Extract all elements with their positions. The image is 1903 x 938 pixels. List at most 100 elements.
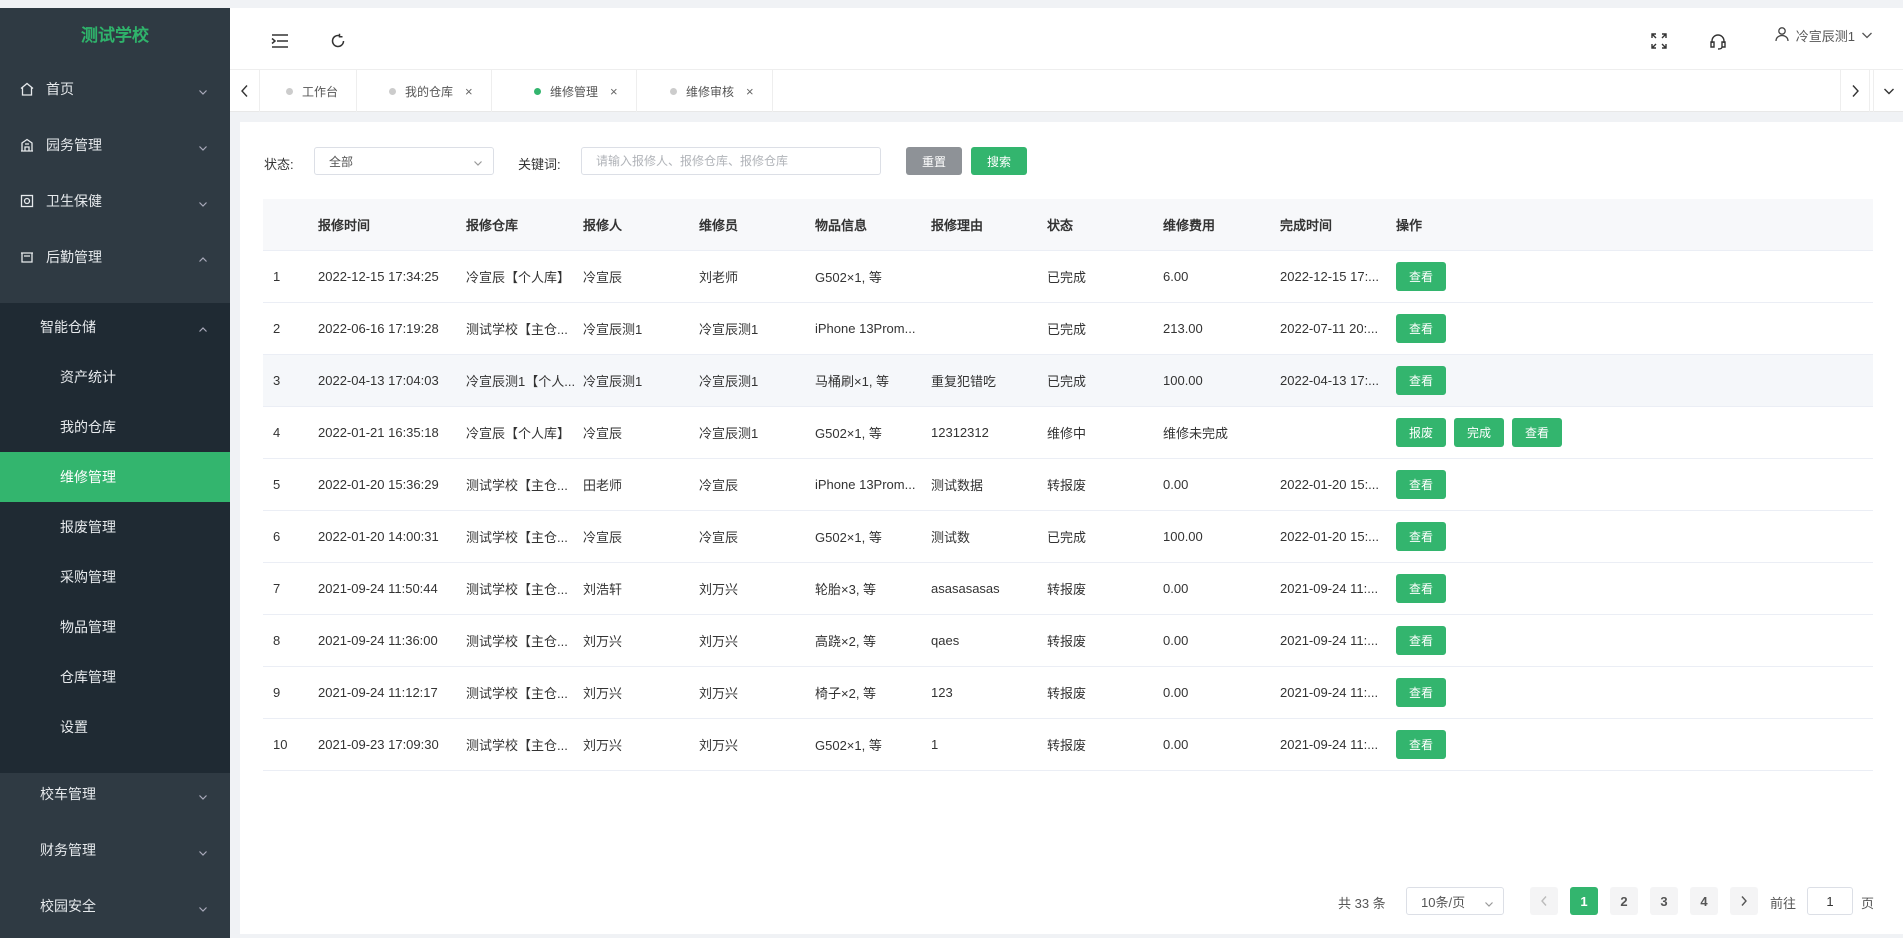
chevron-down-icon [198,901,208,912]
tab-status-dot [286,87,293,95]
sidebar-item-goods-management[interactable]: 物品管理 [0,602,230,652]
close-icon[interactable]: × [465,84,473,99]
chevron-up-icon [198,322,208,332]
cell-repair-time: 2022-01-20 14:00:31 [318,529,439,544]
headset-icon[interactable] [1707,30,1729,52]
cell-repair-warehouse: 冷宣辰测1【个人... [466,374,576,389]
view-button[interactable]: 查看 [1396,470,1447,499]
cell-repairer: 刘万兴 [699,686,739,701]
sidebar-item-label: 首页 [46,81,74,97]
search-button[interactable]: 搜索 [971,147,1027,175]
cell-actions: 查看 [1396,303,1696,354]
fullscreen-icon[interactable] [1648,30,1670,52]
prev-page-button[interactable] [1530,887,1558,915]
cell-reporter: 刘万兴 [583,634,623,649]
sidebar-item-garden[interactable]: 园务管理 [0,120,230,170]
sidebar-group-smart-storage[interactable]: 智能仓储 [0,302,230,352]
column-header-index [273,199,313,250]
cell-index: 3 [273,373,281,388]
tab-menu-dropdown-icon[interactable] [1873,70,1903,112]
sidebar-item-my-warehouse[interactable]: 我的仓库 [0,402,230,452]
cell-actions: 查看 [1396,459,1696,510]
page-size-select[interactable]: 10条/页 [1406,887,1504,915]
tab-workbench[interactable]: 工作台 [260,70,358,112]
sidebar-item-home[interactable]: 首页 [0,64,230,114]
cell-reporter: 冷宣辰 [583,426,623,441]
cell-repair-cost: 100.00 [1163,373,1203,388]
cell-repair-reason [931,251,1041,302]
cell-status: 已完成 [1047,530,1087,545]
user-menu[interactable]: 冷宣辰测1 [1774,26,1873,45]
sidebar-item-asset-stats[interactable]: 资产统计 [0,352,230,402]
school-logo: 测试学校 [81,25,149,45]
keyword-input[interactable] [581,147,881,175]
sidebar-group-finance[interactable]: 财务管理 [0,825,230,875]
home-icon [18,80,36,98]
tab-status-dot [389,87,396,95]
table-row: 1 2022-12-15 17:34:25 冷宣辰【个人库】 冷宣辰 刘老师 G502×1… [263,251,1873,303]
close-icon[interactable]: × [610,84,618,99]
view-button[interactable]: 查看 [1396,678,1447,707]
next-page-button[interactable] [1730,887,1758,915]
page-button-1[interactable]: 1 [1570,887,1598,915]
refresh-icon[interactable] [327,30,349,52]
cell-index: 7 [273,581,281,596]
page-button-4[interactable]: 4 [1690,887,1718,915]
cell-reporter: 冷宣辰测1 [583,322,643,337]
complete-button[interactable]: 完成 [1454,418,1505,447]
column-header-repair-reason: 报修理由 [931,218,984,233]
view-button[interactable]: 查看 [1396,522,1447,551]
cell-index: 5 [273,477,281,492]
page-button-3[interactable]: 3 [1650,887,1678,915]
sidebar-group-campus-safety[interactable]: 校园安全 [0,881,230,931]
sidebar-item-settings[interactable]: 设置 [0,702,230,752]
sidebar-item-health[interactable]: 卫生保健 [0,176,230,226]
goto-page-input[interactable] [1807,887,1853,915]
view-button[interactable]: 查看 [1396,626,1447,655]
status-select[interactable]: 全部 [314,147,494,175]
sidebar-item-logistics[interactable]: 后勤管理 [0,232,230,282]
tab-my-warehouse[interactable]: 我的仓库 × [363,70,492,112]
tab-repair-management[interactable]: 维修管理 × [508,70,637,112]
tab-label: 维修审核 [686,84,735,99]
cell-index: 2 [273,321,281,336]
sidebar-group-school-bus[interactable]: 校车管理 [0,769,230,819]
chevron-left-icon [1541,896,1547,906]
cell-index: 10 [273,737,288,752]
status-select-value: 全部 [329,154,354,169]
sidebar-item-warehouse-management[interactable]: 仓库管理 [0,652,230,702]
sidebar-item-repair-management[interactable]: 维修管理 [0,452,230,502]
cell-actions: 查看 [1396,719,1696,770]
cell-repairer: 冷宣辰 [699,478,739,493]
cell-repair-warehouse: 测试学校【主仓... [466,686,568,701]
reset-button[interactable]: 重置 [906,147,962,175]
view-button[interactable]: 查看 [1396,314,1447,343]
cell-repair-time: 2022-06-16 17:19:28 [318,321,439,336]
cell-repairer: 冷宣辰测1 [699,322,759,337]
scrap-button[interactable]: 报废 [1396,418,1447,447]
tab-repair-review[interactable]: 维修审核 × [644,70,773,112]
column-header-repair-cost: 维修费用 [1163,218,1216,233]
sidebar-item-scrap-management[interactable]: 报废管理 [0,502,230,552]
cell-index: 6 [273,529,281,544]
close-icon[interactable]: × [746,84,754,99]
tab-scroll-left-icon[interactable] [230,70,260,112]
menu-collapse-icon[interactable] [269,30,291,52]
view-button[interactable]: 查看 [1396,366,1447,395]
cell-complete-time: 2022-01-20 15:... [1280,529,1380,544]
cell-actions: 报废 完成 查看 [1396,407,1696,458]
column-header-repair-time: 报修时间 [318,218,371,233]
sidebar-item-purchase-management[interactable]: 采购管理 [0,552,230,602]
view-button[interactable]: 查看 [1396,574,1447,603]
view-button[interactable]: 查看 [1396,262,1447,291]
view-button[interactable]: 查看 [1396,730,1447,759]
cell-item-info: iPhone 13Prom... [815,477,916,492]
logistics-icon [18,248,36,266]
cell-repair-reason: 重复犯错吃 [931,374,997,389]
main-content: 状态: 全部 关键词: 重置 搜索 报修时间 报修仓库 报修人 维修员 物品信息 报修理由… [240,122,1903,934]
cell-repairer: 刘万兴 [699,582,739,597]
view-button[interactable]: 查看 [1512,418,1563,447]
page-button-2[interactable]: 2 [1610,887,1638,915]
sidebar-item-label: 仓库管理 [60,669,116,685]
tab-scroll-right-icon[interactable] [1840,70,1870,112]
